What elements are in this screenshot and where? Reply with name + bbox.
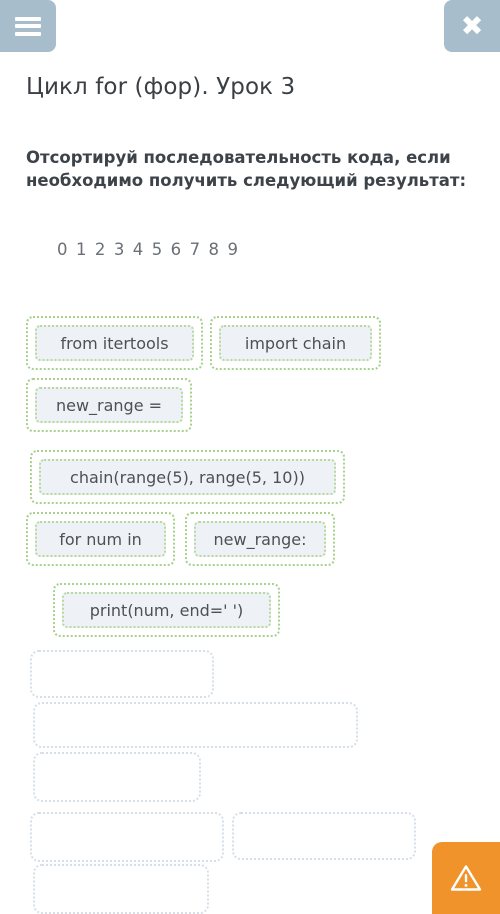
close-icon: ✖ — [460, 10, 484, 42]
code-block-chip[interactable]: from itertools — [35, 325, 194, 361]
code-block[interactable]: new_range: — [185, 512, 335, 566]
task-instruction: Отсортируй последовательность кода, если… — [26, 148, 467, 191]
page-title: Цикл for (фор). Урок 3 — [26, 74, 296, 100]
code-block-label: for num in — [59, 529, 142, 549]
code-block[interactable]: for num in — [26, 512, 175, 566]
drop-slot[interactable] — [33, 752, 201, 802]
code-block-chip[interactable]: for num in — [35, 521, 166, 557]
drop-slot[interactable] — [33, 864, 209, 914]
code-block[interactable]: chain(range(5), range(5, 10)) — [30, 450, 345, 504]
code-block[interactable]: print(num, end=' ') — [53, 583, 280, 637]
code-block[interactable]: import chain — [210, 316, 381, 370]
drop-slot[interactable] — [30, 650, 214, 698]
sample-output: 0 1 2 3 4 5 6 7 8 9 — [57, 240, 240, 259]
code-block-label: new_range = — [55, 395, 163, 415]
code-block-chip[interactable]: print(num, end=' ') — [62, 592, 271, 628]
drop-slot[interactable] — [33, 702, 358, 748]
drop-slot[interactable] — [232, 812, 416, 860]
code-block-label: print(num, end=' ') — [89, 600, 244, 620]
warning-triangle-icon — [450, 865, 482, 891]
code-block[interactable]: from itertools — [26, 316, 203, 370]
code-block-chip[interactable]: chain(range(5), range(5, 10)) — [39, 459, 336, 495]
code-block-label: import chain — [244, 333, 347, 353]
code-block-label: chain(range(5), range(5, 10)) — [70, 467, 305, 487]
close-button[interactable]: ✖ — [444, 0, 500, 52]
code-block-chip[interactable]: new_range = — [35, 387, 183, 423]
code-block-label: from itertools — [60, 333, 169, 353]
code-block-chip[interactable]: new_range: — [194, 521, 326, 557]
report-problem-button[interactable] — [432, 842, 500, 914]
code-block-chip[interactable]: import chain — [219, 325, 372, 361]
menu-button[interactable] — [0, 0, 56, 52]
hamburger-menu-icon — [15, 16, 41, 36]
code-block[interactable]: new_range = — [26, 378, 192, 432]
drop-slot[interactable] — [30, 812, 224, 862]
code-block-label: new_range: — [213, 529, 307, 549]
